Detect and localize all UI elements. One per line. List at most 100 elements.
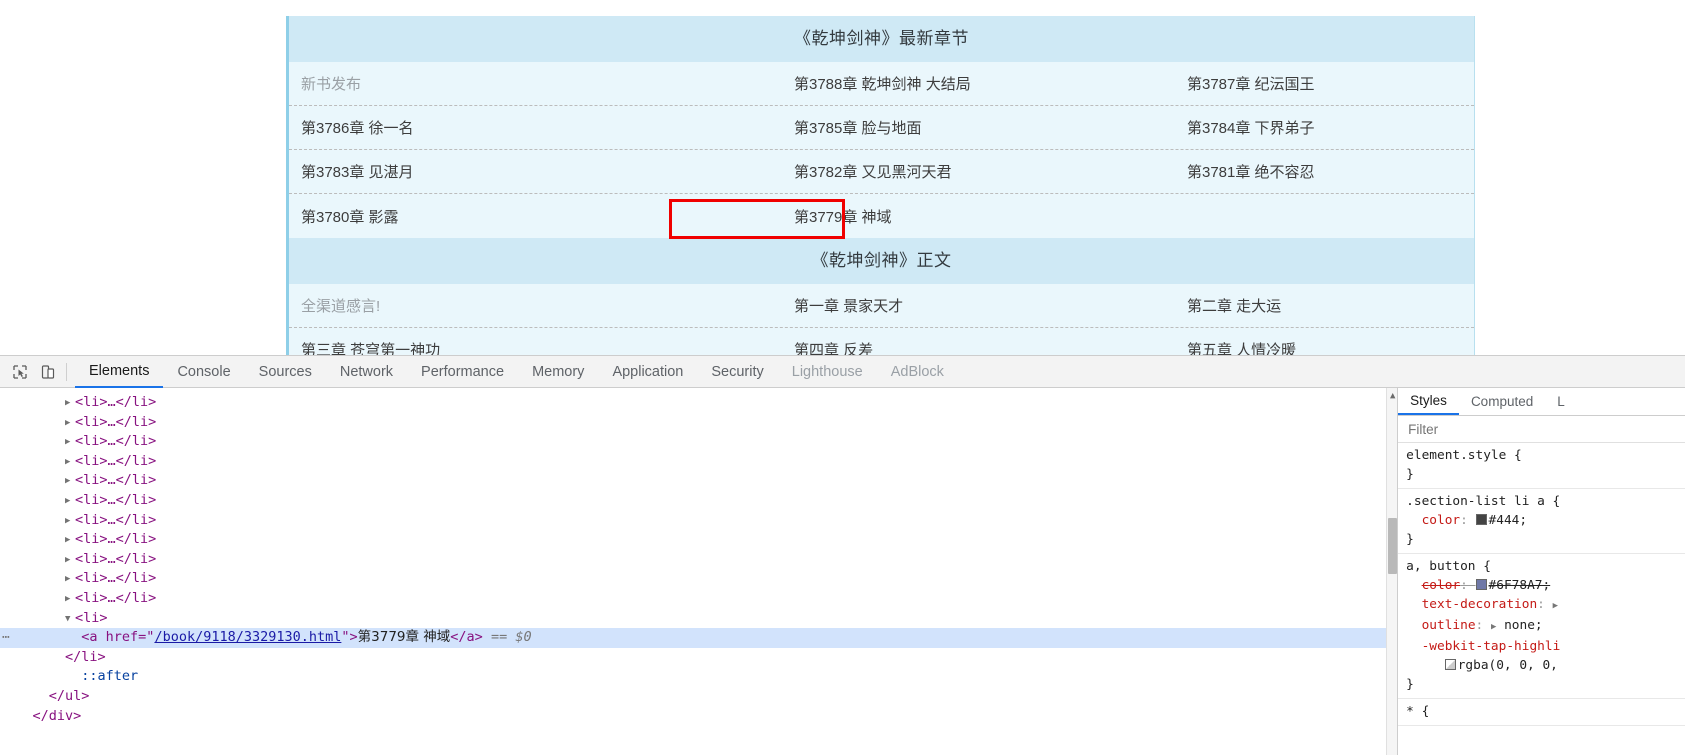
dom-node-row[interactable]: ▶ <li>…</li> bbox=[0, 432, 1397, 452]
dom-tree-pane[interactable]: ▶ <li>…</li> ▶ <li>…</li> ▶ <li>…</li> ▶ <li… bbox=[0, 388, 1398, 755]
tab-computed[interactable]: Computed bbox=[1459, 388, 1545, 415]
scroll-up-icon[interactable]: ▲ bbox=[1388, 390, 1397, 402]
tab-elements[interactable]: Elements bbox=[75, 356, 164, 388]
color-swatch[interactable] bbox=[1475, 579, 1487, 590]
toolbar-divider bbox=[66, 362, 67, 381]
expand-triangle-icon[interactable]: ▶ bbox=[65, 453, 75, 473]
dom-node-row[interactable]: ▶ <li>…</li> bbox=[0, 471, 1397, 491]
expand-triangle-icon[interactable]: ▶ bbox=[65, 590, 75, 610]
devtools-body: ▶ <li>…</li> ▶ <li>…</li> ▶ <li>…</li> ▶ <li… bbox=[0, 388, 1685, 755]
dom-node-row[interactable]: ▶ <li>…</li> bbox=[0, 530, 1397, 550]
expand-triangle-icon[interactable]: ▶ bbox=[65, 414, 75, 434]
dom-node-row[interactable]: </li> bbox=[0, 648, 1397, 668]
chapter-row: 第三章 苍穹第一神功 第四章 反差 第五章 人情冷暖 bbox=[289, 328, 1474, 355]
expand-triangle-icon[interactable]: ▶ bbox=[65, 570, 75, 590]
chapter-link[interactable]: 第一章 景家天才 bbox=[684, 284, 1079, 327]
dom-node-row[interactable]: ▶ <li>…</li> bbox=[0, 393, 1397, 413]
chapter-link[interactable] bbox=[1079, 194, 1474, 238]
expand-triangle-icon[interactable]: ▶ bbox=[65, 472, 75, 492]
dom-node-row[interactable]: ▶ <li>…</li> bbox=[0, 413, 1397, 433]
devtools-panel: Elements Console Sources Network Perform… bbox=[0, 355, 1685, 755]
chapter-link[interactable]: 第五章 人情冷暖 bbox=[1079, 328, 1474, 355]
dom-node-row[interactable]: </div> bbox=[0, 707, 1397, 727]
tab-performance[interactable]: Performance bbox=[407, 356, 518, 388]
dom-node-row[interactable]: </ul> bbox=[0, 687, 1397, 707]
chapter-row: 第3786章 徐一名 第3785章 脸与地面 第3784章 下界弟子 bbox=[289, 106, 1474, 150]
chapter-row: 新书发布 第3788章 乾坤剑神 大结局 第3787章 纪沄国王 bbox=[289, 62, 1474, 106]
collapse-triangle-icon[interactable]: ▼ bbox=[65, 610, 75, 630]
tab-styles[interactable]: Styles bbox=[1398, 388, 1459, 415]
chapter-link[interactable]: 第3786章 徐一名 bbox=[289, 106, 684, 149]
dom-tree-scrollbar[interactable]: ▲ bbox=[1386, 388, 1398, 755]
css-rule-element-style[interactable]: element.style { } bbox=[1398, 443, 1685, 489]
expand-triangle-icon[interactable]: ▶ bbox=[65, 394, 75, 414]
css-property-tap-highlight[interactable]: -webkit-tap-highli bbox=[1422, 639, 1561, 654]
selection-marker: == $0 bbox=[490, 629, 532, 646]
color-swatch[interactable] bbox=[1475, 514, 1487, 525]
chapter-link-selected[interactable]: 第3779章 神域 bbox=[684, 194, 1079, 238]
dom-node-row[interactable]: ▶ <li>…</li> bbox=[0, 550, 1397, 570]
scrollbar-thumb[interactable] bbox=[1388, 518, 1398, 574]
devtools-toolbar: Elements Console Sources Network Perform… bbox=[0, 356, 1685, 388]
styles-filter-input[interactable] bbox=[1406, 420, 1677, 438]
chapter-row: 第3783章 见湛月 第3782章 又见黑河天君 第3781章 绝不容忍 bbox=[289, 150, 1474, 194]
expand-triangle-icon[interactable]: ▶ bbox=[65, 531, 75, 551]
dom-node-row[interactable]: ▶ <li>…</li> bbox=[0, 511, 1397, 531]
tab-application[interactable]: Application bbox=[598, 356, 697, 388]
chapter-link[interactable]: 新书发布 bbox=[289, 62, 684, 105]
devtools-tab-bar: Elements Console Sources Network Perform… bbox=[75, 356, 958, 388]
tab-sources[interactable]: Sources bbox=[245, 356, 326, 388]
chapter-link[interactable]: 第3780章 影露 bbox=[289, 194, 684, 238]
tab-memory[interactable]: Memory bbox=[518, 356, 598, 388]
section-header-maintext: 《乾坤剑神》正文 bbox=[289, 238, 1474, 284]
href-value[interactable]: /book/9118/3329130.html bbox=[154, 629, 341, 645]
dom-node-row[interactable]: ▶ <li>…</li> bbox=[0, 589, 1397, 609]
chapter-link[interactable]: 第3788章 乾坤剑神 大结局 bbox=[684, 62, 1079, 105]
chapter-link[interactable]: 第二章 走大运 bbox=[1079, 284, 1474, 327]
dom-node-row-selected[interactable]: ⋯ <a href="/book/9118/3329130.html">第377… bbox=[0, 628, 1398, 648]
tab-lighthouse[interactable]: Lighthouse bbox=[778, 356, 877, 388]
chapter-link[interactable]: 第四章 反差 bbox=[684, 328, 1079, 355]
dom-node-row[interactable]: ▶ <li>…</li> bbox=[0, 491, 1397, 511]
expand-triangle-icon[interactable]: ▶ bbox=[65, 551, 75, 571]
chapter-link[interactable]: 第3787章 纪沄国王 bbox=[1079, 62, 1474, 105]
css-rule-a-button[interactable]: a, button { color: #6F78A7; text-decorat… bbox=[1398, 554, 1685, 699]
inspect-element-icon[interactable] bbox=[6, 359, 34, 385]
chapter-row: 第3780章 影露 第3779章 神域 bbox=[289, 194, 1474, 238]
dom-node-row[interactable]: ▶ <li>…</li> bbox=[0, 452, 1397, 472]
tab-adblock[interactable]: AdBlock bbox=[877, 356, 958, 388]
tab-network[interactable]: Network bbox=[326, 356, 407, 388]
color-swatch[interactable] bbox=[1444, 659, 1456, 670]
css-property-text-decoration[interactable]: text-decoration bbox=[1422, 597, 1538, 612]
styles-filter-bar[interactable] bbox=[1398, 416, 1685, 443]
chevron-right-icon[interactable]: ▶ bbox=[1553, 601, 1558, 611]
chapter-link[interactable]: 第3782章 又见黑河天君 bbox=[684, 150, 1079, 193]
chapter-link[interactable]: 第3783章 见湛月 bbox=[289, 150, 684, 193]
expand-triangle-icon[interactable]: ▶ bbox=[65, 433, 75, 453]
gutter-ellipsis: ⋯ bbox=[2, 630, 10, 646]
css-property-color[interactable]: color bbox=[1422, 513, 1461, 528]
expand-triangle-icon[interactable]: ▶ bbox=[65, 512, 75, 532]
chapter-link[interactable]: 全渠道感言! bbox=[289, 284, 684, 327]
tab-security[interactable]: Security bbox=[697, 356, 777, 388]
chapter-list-panel: 《乾坤剑神》最新章节 新书发布 第3788章 乾坤剑神 大结局 第3787章 纪… bbox=[286, 16, 1475, 355]
dom-node-row-expanded[interactable]: ▼ <li> bbox=[0, 609, 1397, 629]
styles-tab-bar: Styles Computed L bbox=[1398, 388, 1685, 416]
tab-console[interactable]: Console bbox=[163, 356, 244, 388]
web-page-viewport: 《乾坤剑神》最新章节 新书发布 第3788章 乾坤剑神 大结局 第3787章 纪… bbox=[0, 0, 1685, 355]
css-rule-section-list[interactable]: .section-list li a { color: #444; } bbox=[1398, 489, 1685, 554]
css-rule-universal[interactable]: * { bbox=[1398, 699, 1685, 726]
chapter-link[interactable]: 第3784章 下界弟子 bbox=[1079, 106, 1474, 149]
chapter-link[interactable]: 第3785章 脸与地面 bbox=[684, 106, 1079, 149]
anchor-text: 第3779章 神域 bbox=[357, 629, 451, 646]
dom-node-row[interactable]: ::after bbox=[0, 667, 1397, 687]
expand-triangle-icon[interactable]: ▶ bbox=[65, 492, 75, 512]
tab-layout[interactable]: L bbox=[1545, 388, 1577, 415]
chapter-link[interactable]: 第三章 苍穹第一神功 bbox=[289, 328, 684, 355]
chapter-link[interactable]: 第3781章 绝不容忍 bbox=[1079, 150, 1474, 193]
dom-node-row[interactable]: ▶ <li>…</li> bbox=[0, 569, 1397, 589]
css-property-color-overridden[interactable]: color bbox=[1422, 578, 1461, 593]
chapter-row: 全渠道感言! 第一章 景家天才 第二章 走大运 bbox=[289, 284, 1474, 328]
device-toolbar-icon[interactable] bbox=[34, 359, 62, 385]
css-property-outline[interactable]: outline bbox=[1422, 618, 1476, 633]
